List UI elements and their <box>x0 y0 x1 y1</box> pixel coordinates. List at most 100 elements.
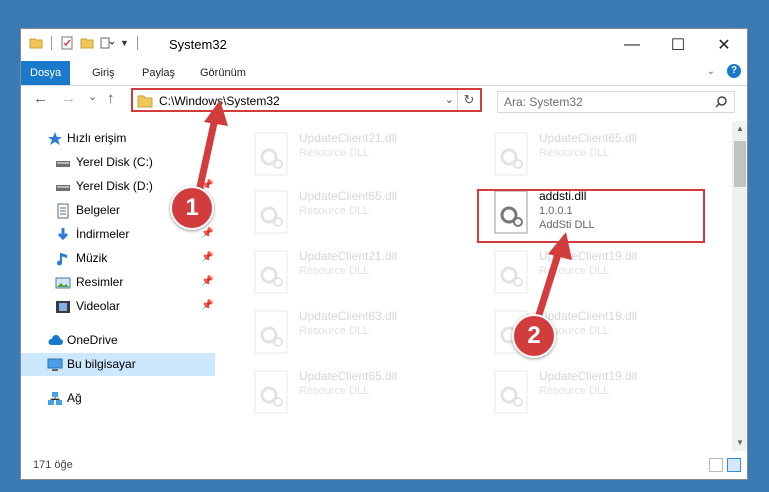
dll-file-icon <box>254 132 288 176</box>
details-view-icon[interactable] <box>709 458 723 472</box>
sidebar-item-label: Resimler <box>76 275 124 289</box>
scrollbar-thumb[interactable] <box>734 141 746 187</box>
item-count: 171 öğe <box>33 459 73 471</box>
sidebar-item-label: Bu bilgisayar <box>67 357 136 371</box>
file-tile[interactable]: UpdateClient21.dll Resource DLL <box>251 245 491 301</box>
file-name: UpdateClient65.dll <box>299 189 398 203</box>
step-1-badge: 1 <box>170 186 214 230</box>
close-button[interactable]: ✕ <box>701 29 747 61</box>
title-bar: ▼ System32 — ☐ ✕ <box>21 29 747 61</box>
scroll-up-icon[interactable]: ▲ <box>732 121 747 137</box>
file-tile[interactable]: UpdateClient65.dll Resource DLL <box>251 365 491 421</box>
dll-file-icon <box>494 250 528 294</box>
recent-locations-button[interactable]: ⌄ <box>88 90 97 103</box>
view-switcher <box>709 458 741 472</box>
file-name: UpdateClient19.dll <box>539 309 638 323</box>
scroll-down-icon[interactable]: ▼ <box>732 435 747 451</box>
toolbar-divider <box>51 36 52 50</box>
file-name: UpdateClient63.dll <box>299 309 398 323</box>
sidebar-item-disk-c[interactable]: Yerel Disk (C:) <box>21 151 215 174</box>
file-highlight-box <box>477 189 705 243</box>
toolbar-dropdown-icon[interactable]: ▼ <box>120 38 129 48</box>
sidebar-item-label: Belgeler <box>76 203 121 217</box>
refresh-button[interactable]: ↻ <box>457 90 480 110</box>
tab-home[interactable]: Giriş <box>83 61 124 85</box>
sidebar-item-label: Yerel Disk (C:) <box>76 155 153 169</box>
sidebar-item-label: Ağ <box>67 391 82 405</box>
ribbon-tabs: Dosya Giriş Paylaş Görünüm ⌄ ? <box>21 61 747 86</box>
help-icon[interactable]: ? <box>727 64 741 78</box>
sidebar-item-pictures[interactable]: Resimler 📌 <box>21 271 215 294</box>
sidebar-item-network[interactable]: Ağ <box>21 387 215 410</box>
new-folder-icon[interactable] <box>80 36 94 50</box>
file-description: Resource DLL <box>299 147 370 159</box>
address-path[interactable]: C:\Windows\System32 <box>159 94 280 108</box>
search-box[interactable]: Ara: System32 <box>497 91 735 113</box>
toolbar-divider <box>136 36 138 50</box>
cloud-icon <box>48 335 63 345</box>
back-button[interactable]: ← <box>33 90 48 107</box>
sidebar-item-onedrive[interactable]: OneDrive <box>21 329 215 352</box>
file-description: Resource DLL <box>539 147 610 159</box>
file-description: Resource DLL <box>539 385 610 397</box>
file-name: UpdateClient65.dll <box>299 369 398 383</box>
pin-icon: 📌 <box>201 276 214 287</box>
file-list: UpdateClient21.dll Resource DLL UpdateCl… <box>231 121 731 451</box>
sidebar-item-this-pc[interactable]: Bu bilgisayar <box>21 353 215 376</box>
tiles-view-icon[interactable] <box>727 458 741 472</box>
sidebar-item-label: Hızlı erişim <box>67 131 127 145</box>
sidebar-item-videos[interactable]: Videolar 📌 <box>21 295 215 318</box>
computer-icon <box>47 358 63 371</box>
address-bar[interactable]: C:\Windows\System32 ⌄ ↻ <box>131 88 482 112</box>
music-icon <box>57 253 67 266</box>
chevron-down-icon[interactable]: ⌄ <box>707 66 715 77</box>
dll-file-icon <box>494 132 528 176</box>
status-bar: 171 öğe <box>21 455 747 477</box>
sidebar-item-label: Yerel Disk (D:) <box>76 179 153 193</box>
videos-icon <box>56 301 70 313</box>
network-icon <box>48 392 62 405</box>
file-description: Resource DLL <box>299 385 370 397</box>
file-tile[interactable]: UpdateClient65.dll Resource DLL <box>491 127 731 183</box>
pin-icon: 📌 <box>201 228 214 239</box>
dll-file-icon <box>254 370 288 414</box>
customize-toolbar-icon[interactable] <box>100 36 114 50</box>
file-name: UpdateClient21.dll <box>299 249 398 263</box>
documents-icon <box>57 203 69 219</box>
sidebar-item-label: Müzik <box>76 251 108 265</box>
tab-view[interactable]: Görünüm <box>191 61 255 85</box>
file-tile[interactable]: UpdateClient63.dll Resource DLL <box>251 305 491 361</box>
folder-icon <box>137 95 153 108</box>
maximize-button[interactable]: ☐ <box>655 29 701 61</box>
file-tile[interactable]: UpdateClient19.dll Resource DLL <box>491 365 731 421</box>
file-description: Resource DLL <box>539 265 610 277</box>
up-button[interactable]: ↑ <box>107 90 115 107</box>
tab-file[interactable]: Dosya <box>21 61 71 85</box>
drive-icon <box>56 185 70 191</box>
search-input[interactable]: Ara: System32 <box>504 95 583 109</box>
tab-share[interactable]: Paylaş <box>133 61 184 85</box>
sidebar-item-music[interactable]: Müzik 📌 <box>21 247 215 270</box>
folder-icon[interactable] <box>29 36 43 50</box>
file-tile[interactable]: UpdateClient21.dll Resource DLL <box>251 127 491 183</box>
navigation-bar: ← → ⌄ ↑ C:\Windows\System32 ⌄ ↻ Ara: Sys… <box>21 86 747 116</box>
address-dropdown-icon[interactable]: ⌄ <box>445 93 454 106</box>
sidebar-item-quick-access[interactable]: Hızlı erişim <box>21 127 215 150</box>
file-tile[interactable]: UpdateClient65.dll Resource DLL <box>251 185 491 241</box>
file-name: UpdateClient21.dll <box>299 131 398 145</box>
minimize-button[interactable]: — <box>609 29 655 61</box>
step-2-badge: 2 <box>512 314 556 358</box>
vertical-scrollbar[interactable]: ▲ ▼ <box>732 121 747 451</box>
file-tile[interactable]: UpdateClient19.dll Resource DLL <box>491 245 731 301</box>
pin-icon: 📌 <box>201 300 214 311</box>
file-description: Resource DLL <box>299 325 370 337</box>
pictures-icon <box>55 277 71 289</box>
dll-file-icon <box>254 250 288 294</box>
pin-icon: 📌 <box>201 252 214 263</box>
drive-icon <box>56 161 70 167</box>
file-name: UpdateClient19.dll <box>539 249 638 263</box>
star-icon <box>48 132 62 145</box>
forward-button[interactable]: → <box>61 90 76 107</box>
properties-icon[interactable] <box>60 36 74 50</box>
search-icon[interactable] <box>714 95 728 109</box>
